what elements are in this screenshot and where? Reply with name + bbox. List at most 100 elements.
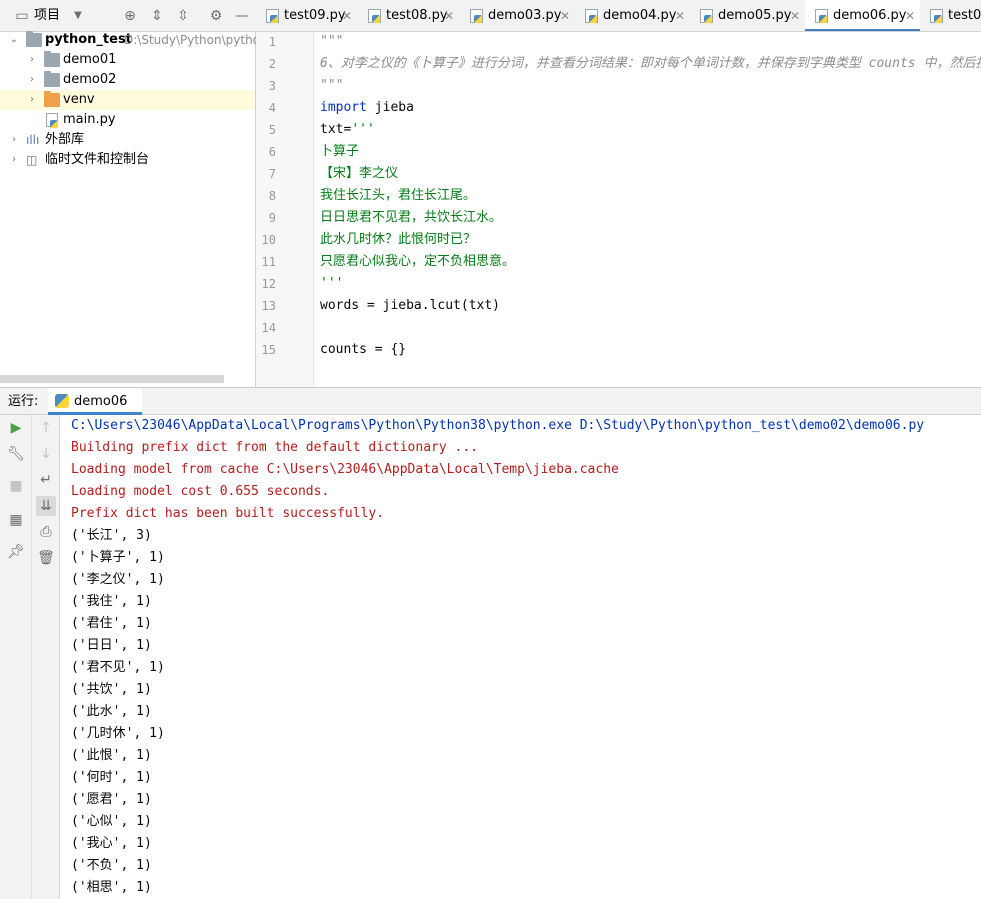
close-icon[interactable]: ✕ [905, 0, 915, 31]
collapse-all-icon[interactable]: ⇳ [175, 8, 191, 24]
line-number-gutter: 1 2 3 4 5 6 7 8 9 10 11 12 13 14 15 [256, 32, 314, 387]
code-string: ''' [351, 122, 375, 137]
console-output[interactable]: C:\Users\23046\AppData\Local\Programs\Py… [71, 415, 981, 899]
project-panel-header: ▭ 项目 ▼ ⊕ ⇕ ⇳ ⚙ — [0, 0, 256, 32]
python-file-icon [266, 9, 279, 23]
excluded-folder-icon [44, 91, 60, 107]
chevron-down-icon[interactable]: ⌄ [8, 30, 20, 50]
code-area[interactable]: """ 6、对李之仪的《卜算子》进行分词，并查看分词结果：即对每个单词计数，并保… [320, 32, 981, 387]
console-output-line: ('君不见', 1) [71, 660, 165, 675]
tab-demo03[interactable]: demo03.py ✕ [460, 0, 575, 31]
project-name: python_test [45, 32, 132, 47]
code-line: txt=''' [320, 119, 375, 141]
chevron-right-icon[interactable]: › [8, 150, 20, 170]
run-tab-demo06[interactable]: demo06 [48, 388, 142, 415]
code-line: ''' [320, 276, 344, 291]
tree-item-label: 外部库 [45, 132, 85, 147]
project-panel-title[interactable]: 项目 [34, 8, 60, 24]
console-output-line: ('共饮', 1) [71, 682, 152, 697]
arrow-down-icon[interactable]: ↓ [36, 444, 56, 464]
console-output-line: ('此恨', 1) [71, 748, 152, 763]
chevron-right-icon[interactable]: › [26, 90, 38, 110]
console-output-line: ('此水', 1) [71, 704, 152, 719]
arrow-up-icon[interactable]: ↑ [36, 418, 56, 438]
scroll-to-end-icon[interactable]: ⇊ [36, 496, 56, 516]
close-icon[interactable]: ✕ [444, 0, 454, 31]
hide-panel-icon[interactable]: — [234, 8, 250, 24]
tree-item-venv[interactable]: › venv [0, 90, 255, 110]
console-output-line: ('几时休', 1) [71, 726, 165, 741]
tree-item-label: venv [63, 92, 95, 107]
console-stderr-line: Loading model cost 0.655 seconds. [71, 484, 330, 499]
stop-icon[interactable]: ■ [6, 476, 26, 496]
print-icon[interactable]: ⎙ [36, 522, 56, 542]
code-line: """ [320, 78, 344, 93]
editor: test09.py ✕ test08.py ✕ demo03.py ✕ demo… [256, 0, 981, 387]
code-line: 卜算子 [320, 144, 360, 159]
tab-test05[interactable]: test05 [920, 0, 981, 31]
tab-label: demo04.py [603, 8, 677, 23]
tree-item-label: demo02 [63, 72, 117, 87]
python-file-icon [368, 9, 381, 23]
tree-item-project-root[interactable]: ⌄ python_test D:\Study\Python\pytho [0, 30, 260, 50]
locate-file-icon[interactable]: ⊕ [122, 8, 138, 24]
close-icon[interactable]: ✕ [790, 0, 800, 31]
pin-icon[interactable]: 📌︎ [6, 542, 26, 562]
gear-icon[interactable]: ⚙ [208, 8, 224, 24]
line-number: 5 [268, 123, 276, 137]
run-toolbar-secondary: ↑ ↓ ↵ ⇊ ⎙ 🗑︎ [32, 415, 60, 899]
python-file-icon [470, 9, 483, 23]
line-number: 9 [268, 211, 276, 225]
chevron-right-icon[interactable]: › [8, 130, 20, 150]
tab-label: demo06.py [833, 8, 907, 23]
tree-item-scratches[interactable]: › ◫ 临时文件和控制台 [0, 150, 255, 170]
tree-item-demo01[interactable]: › demo01 [0, 50, 255, 70]
soft-wrap-icon[interactable]: ↵ [36, 470, 56, 490]
tree-horizontal-scrollbar[interactable] [0, 375, 224, 383]
console-output-line: ('相思', 1) [71, 880, 152, 895]
line-number: 1 [268, 35, 276, 49]
rerun-icon[interactable]: ▶ [6, 418, 26, 438]
close-icon[interactable]: ✕ [675, 0, 685, 31]
console-output-line: ('愿君', 1) [71, 792, 152, 807]
project-path: D:\Study\Python\pytho [124, 33, 261, 47]
scratches-icon: ◫ [26, 153, 38, 167]
tab-test08[interactable]: test08.py ✕ [358, 0, 460, 31]
line-number: 12 [261, 277, 276, 291]
code-line: 【宋】李之仪 [320, 166, 399, 181]
line-number: 7 [268, 167, 276, 181]
tab-label: test08.py [386, 8, 448, 23]
chevron-down-icon[interactable]: ▼ [70, 8, 86, 24]
tree-item-external-libraries[interactable]: › ıllı 外部库 [0, 130, 255, 150]
tab-demo05[interactable]: demo05.py ✕ [690, 0, 805, 31]
line-number: 15 [261, 343, 276, 357]
console-output-line: ('我心', 1) [71, 836, 152, 851]
console-output-line: ('何时', 1) [71, 770, 152, 785]
python-file-icon [700, 9, 713, 23]
chevron-right-icon[interactable]: › [26, 50, 38, 70]
tab-demo04[interactable]: demo04.py ✕ [575, 0, 690, 31]
wrench-icon[interactable]: 🔧︎ [6, 444, 26, 464]
tab-label: demo05.py [718, 8, 792, 23]
run-panel-header: 运行: demo06 [0, 388, 981, 415]
tab-test09[interactable]: test09.py ✕ [256, 0, 358, 31]
trash-icon[interactable]: 🗑︎ [36, 548, 56, 568]
line-number: 3 [268, 79, 276, 93]
expand-all-icon[interactable]: ⇕ [149, 8, 165, 24]
run-toolbar-primary: ▶ 🔧︎ ■ ▦ 📌︎ [0, 415, 32, 899]
layout-icon[interactable]: ▦ [6, 510, 26, 530]
close-icon[interactable]: ✕ [560, 0, 570, 31]
console-stderr-line: Building prefix dict from the default di… [71, 440, 478, 455]
run-panel: 运行: demo06 ▶ 🔧︎ ■ ▦ 📌︎ ↑ ↓ ↵ ⇊ ⎙ 🗑︎ C:\U… [0, 387, 981, 899]
project-view-icon: ▭ [15, 8, 29, 24]
chevron-right-icon[interactable]: › [26, 70, 38, 90]
tree-item-demo02[interactable]: › demo02 [0, 70, 255, 90]
code-text: txt= [320, 122, 352, 137]
tree-item-main-py[interactable]: main.py [0, 110, 255, 130]
tree-item-label: demo01 [63, 52, 117, 67]
tab-demo06[interactable]: demo06.py ✕ [805, 0, 920, 31]
code-line: 此水几时休？此恨何时已？ [320, 232, 477, 247]
console-output-line: ('卜算子', 1) [71, 550, 165, 565]
close-icon[interactable]: ✕ [342, 0, 352, 31]
library-icon: ıllı [26, 133, 40, 147]
